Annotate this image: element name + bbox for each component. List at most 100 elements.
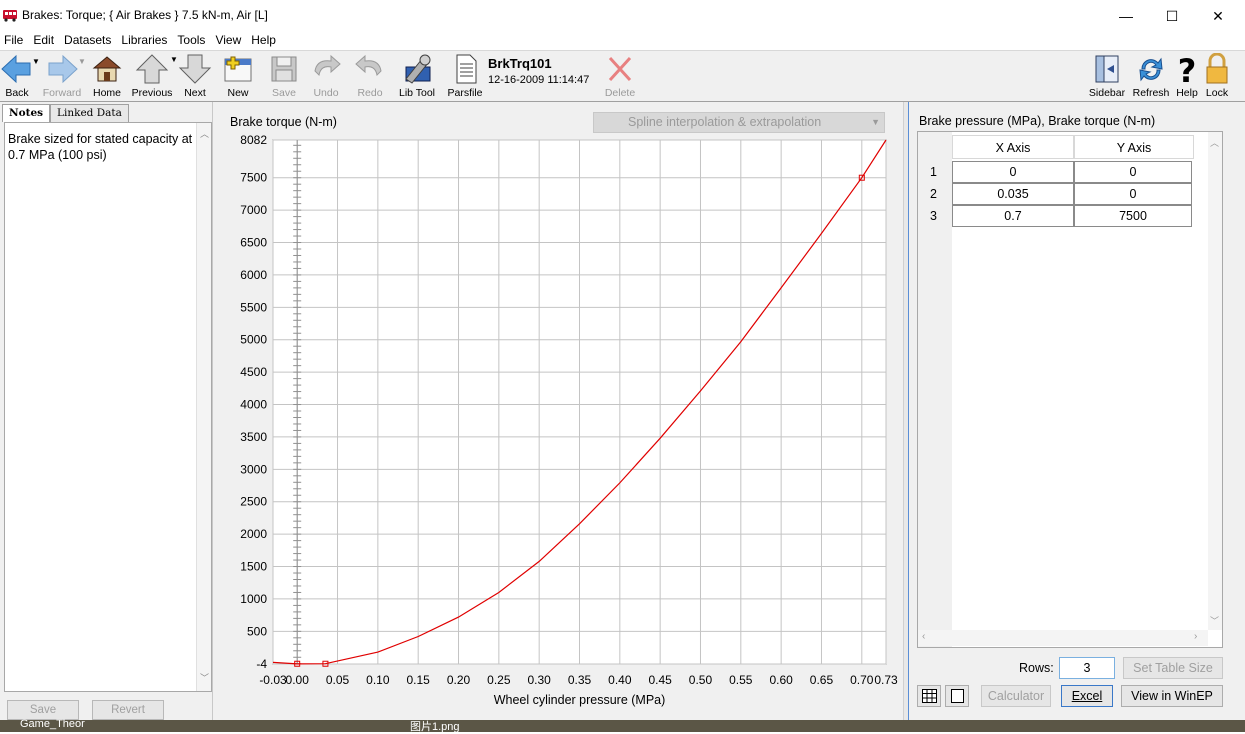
x-tick-label: 0.20: [447, 673, 471, 687]
scroll-up-icon[interactable]: ︿: [1210, 136, 1219, 149]
calculator-button[interactable]: Calculator: [981, 685, 1051, 707]
interpolation-dropdown[interactable]: Spline interpolation & extrapolation ▼: [593, 112, 885, 133]
x-tick-label: 0.60: [769, 673, 793, 687]
notes-scrollbar[interactable]: ︿ ﹀: [196, 123, 211, 691]
column-header-y[interactable]: Y Axis: [1074, 135, 1194, 159]
row-number: 1: [930, 165, 937, 179]
redo-icon: [355, 54, 382, 77]
menu-help[interactable]: Help: [251, 33, 276, 47]
torque-chart[interactable]: -0.030.00 0.05 0.10 0.15 0.20 0.25 0.30 0.35 0.4…: [213, 102, 903, 720]
cell-y[interactable]: 7500: [1074, 205, 1192, 227]
menu-file[interactable]: File: [4, 33, 23, 47]
x-tick-label: 0.70: [850, 673, 874, 687]
table-view-button[interactable]: [917, 685, 941, 707]
taskbar-item[interactable]: Game_Theor: [20, 718, 85, 730]
x-tick-label: 0.55: [729, 673, 753, 687]
y-tick-label: 5000: [240, 333, 267, 347]
y-tick-label: 6500: [240, 236, 267, 250]
home-button[interactable]: Home: [90, 53, 124, 101]
window-title: Brakes: Torque; { Air Brakes } 7.5 kN-m,…: [22, 8, 268, 22]
title-bar: Brakes: Torque; { Air Brakes } 7.5 kN-m,…: [0, 0, 1245, 30]
cell-x[interactable]: 0: [952, 161, 1074, 183]
y-tick-label: 7500: [240, 171, 267, 185]
notes-save-button[interactable]: Save: [7, 700, 79, 720]
menu-datasets[interactable]: Datasets: [64, 33, 111, 47]
table-horizontal-scrollbar[interactable]: ‹ ›: [918, 630, 1208, 646]
document-icon: [456, 54, 477, 84]
y-tick-label: 1000: [240, 592, 267, 606]
scroll-up-icon[interactable]: ︿: [200, 127, 209, 140]
menu-libraries[interactable]: Libraries: [121, 33, 167, 47]
set-table-size-button[interactable]: Set Table Size: [1123, 657, 1223, 679]
x-tick-label: 0.45: [648, 673, 672, 687]
forward-dropdown-icon[interactable]: ▼: [78, 57, 86, 66]
back-dropdown-icon[interactable]: ▼: [32, 57, 40, 66]
tab-notes[interactable]: Notes: [2, 104, 51, 122]
app-bus-icon: [3, 10, 17, 22]
undo-icon: [314, 54, 341, 77]
text-view-button[interactable]: [945, 685, 969, 707]
view-in-winep-button[interactable]: View in WinEP: [1121, 685, 1223, 707]
down-arrow-icon: [178, 54, 212, 84]
rows-input[interactable]: 3: [1059, 657, 1115, 679]
interpolation-dropdown-value: Spline interpolation & extrapolation: [628, 115, 822, 129]
refresh-icon: [1139, 57, 1163, 82]
x-tick-label: 0.30: [527, 673, 551, 687]
cell-x[interactable]: 0.035: [952, 183, 1074, 205]
redo-button[interactable]: Redo: [353, 53, 387, 101]
table-title: Brake pressure (MPa), Brake torque (N-m): [919, 114, 1156, 128]
y-tick-label: 6000: [240, 268, 267, 282]
help-button[interactable]: ? Help: [1174, 53, 1200, 101]
sidebar-button[interactable]: Sidebar: [1088, 53, 1126, 101]
close-button[interactable]: ✕: [1195, 2, 1241, 30]
wrench-tool-icon: [405, 54, 431, 84]
notes-textarea[interactable]: Brake sized for stated capacity at 0.7 M…: [4, 122, 212, 692]
new-dataset-icon: [224, 56, 252, 82]
x-tick-label: 0.00: [286, 673, 310, 687]
dataset-timestamp: 12-16-2009 11:14:47: [488, 74, 590, 86]
dataset-name: BrkTrq101: [488, 56, 552, 71]
table-panel: Brake pressure (MPa), Brake torque (N-m)…: [909, 102, 1245, 732]
question-mark-icon: ?: [1178, 53, 1197, 85]
data-table[interactable]: X Axis Y Axis 1 0 0 2 0.035 0 3 0.7 7500…: [917, 131, 1223, 648]
tab-linked-data[interactable]: Linked Data: [50, 104, 129, 122]
y-tick-label: 2000: [240, 527, 267, 541]
new-button[interactable]: New: [221, 53, 255, 101]
svg-text:?: ?: [1178, 53, 1197, 85]
x-tick-label: 0.35: [568, 673, 592, 687]
cell-x[interactable]: 0.7: [952, 205, 1074, 227]
notes-text: Brake sized for stated capacity at 0.7 M…: [8, 132, 193, 162]
scroll-down-icon[interactable]: ﹀: [1210, 614, 1219, 627]
column-header-x[interactable]: X Axis: [952, 135, 1074, 159]
scroll-left-icon[interactable]: ‹: [922, 631, 925, 642]
previous-dropdown-icon[interactable]: ▼: [170, 55, 178, 64]
lock-button[interactable]: Lock: [1204, 53, 1230, 101]
notes-revert-button[interactable]: Revert: [92, 700, 164, 720]
row-number: 2: [930, 187, 937, 201]
undo-button[interactable]: Undo: [309, 53, 343, 101]
scroll-down-icon[interactable]: ﹀: [200, 671, 209, 684]
plot-panel: -0.03 0.00 0.05 0.10 0.15 0.20 0.25 0.30 0.35 0.4…: [213, 102, 903, 732]
x-tick-label: 0.40: [608, 673, 632, 687]
menu-view[interactable]: View: [215, 33, 241, 47]
parsfile-button[interactable]: Parsfile: [447, 53, 483, 101]
cell-y[interactable]: 0: [1074, 183, 1192, 205]
menu-tools[interactable]: Tools: [177, 33, 205, 47]
delete-button[interactable]: Delete: [602, 53, 638, 101]
save-toolbar-button[interactable]: Save: [267, 53, 301, 101]
excel-button[interactable]: Excel: [1061, 685, 1113, 707]
table-vertical-scrollbar[interactable]: ︿ ﹀: [1208, 132, 1222, 630]
y-tick-label: 5500: [240, 300, 267, 314]
refresh-button[interactable]: Refresh: [1132, 53, 1170, 101]
minimize-button[interactable]: —: [1103, 2, 1149, 30]
next-button[interactable]: Next: [178, 53, 212, 101]
menu-edit[interactable]: Edit: [33, 33, 54, 47]
sidebar-icon: [1095, 55, 1119, 83]
cell-y[interactable]: 0: [1074, 161, 1192, 183]
lib-tool-button[interactable]: Lib Tool: [397, 53, 437, 101]
x-tick-label: 0.65: [810, 673, 834, 687]
previous-button[interactable]: Previous: [130, 53, 174, 101]
maximize-button[interactable]: ☐: [1149, 2, 1195, 30]
back-button[interactable]: Back: [0, 53, 34, 101]
scroll-right-icon[interactable]: ›: [1194, 631, 1197, 642]
